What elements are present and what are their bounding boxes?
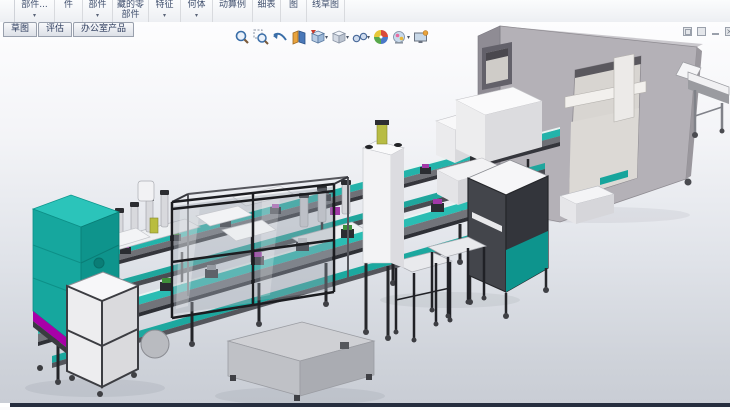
display-style-icon [330,28,347,46]
tab-office-products[interactable]: 办公室产品 [73,22,134,37]
previous-view-button[interactable]: ▾ [271,28,288,46]
safety-cage[interactable] [172,177,348,318]
ribbon-item-label: 部件... [21,0,48,10]
section-view-button[interactable]: ▾ [290,28,307,46]
doc-close-icon[interactable]: × [725,27,730,36]
view-settings-button[interactable]: ▾ [412,28,429,46]
edit-appearance-icon [372,28,389,46]
doc-restore-icon[interactable] [683,27,692,36]
tab-evaluate[interactable]: 评估 [38,22,72,37]
dropdown-arrow-icon: ▾ [96,13,99,19]
ribbon-item-label: 图 [289,0,298,10]
zoom-to-fit-icon [233,28,250,46]
hide-show-items-icon [351,28,368,46]
app-window: 部件... ▾ 件 ▾ 部件 ▾ 藏的零 部件 ▾ 特征 ▾ 何体 ▾ 动算例 … [0,0,730,410]
view-orientation-icon [309,28,326,46]
heads-up-view-toolbar: ▾ ▾ ▾ ▾ ▾ ▾ ▾ ▾ ▾ [233,28,429,46]
ribbon-item-motion-study[interactable]: 动算例 ▾ [213,0,253,22]
ribbon-item-label: 何体 [187,0,205,10]
ribbon-item-edit-component[interactable]: 部件... ▾ [15,0,55,22]
white-cabinet[interactable] [67,272,138,397]
dropdown-arrow-icon: ▾ [195,13,198,19]
doc-minimize-icon[interactable] [711,27,720,36]
ribbon-item-insert-component[interactable]: 件 ▾ [55,0,83,22]
assembly-3d-model[interactable] [0,22,730,403]
apply-scene-icon [391,28,408,46]
ribbon-item-label: 件 [64,0,73,10]
view-orientation-button[interactable]: ▾ [309,28,328,46]
command-manager-tabbar: 草图 评估 办公室产品 [3,22,134,37]
zoom-to-area-icon [252,28,269,46]
ribbon-item-component[interactable]: 部件 ▾ [83,0,113,22]
dropdown-arrow-icon: ▾ [33,13,36,19]
hide-show-items-button[interactable]: ▾ [351,28,370,46]
edit-appearance-button[interactable]: ▾ [372,28,389,46]
graphics-viewport[interactable]: ▾ ▾ ▾ ▾ ▾ ▾ ▾ ▾ ▾ [0,22,730,403]
tab-sketch[interactable]: 草图 [3,22,37,37]
zoom-to-fit-button[interactable]: ▾ [233,28,250,46]
ribbon-item-bill-of-materials[interactable]: 细表 ▾ [253,0,281,22]
ribbon-item-label: 特征 [155,0,173,10]
view-settings-icon [412,28,429,46]
ribbon-item-explode-line-sketch[interactable]: 线草图 ▾ [307,0,345,22]
ribbon-item-label: 线草图 [312,0,339,10]
apply-scene-button[interactable]: ▾ [391,28,410,46]
ribbon-item-assembly-features[interactable]: 特征 ▾ [149,0,181,22]
ribbon-item-clipped [0,0,15,22]
white-column-station[interactable] [363,120,404,341]
ribbon-item-label: 藏的零 部件 [117,0,144,20]
ribbon-item-reference-geometry[interactable]: 何体 ▾ [181,0,213,22]
ribbon-item-label: 动算例 [219,0,246,10]
doc-grid-icon[interactable] [697,27,706,36]
ribbon-item-label: 细表 [257,0,275,10]
section-view-icon [290,28,307,46]
ribbon-item-label: 部件 [88,0,106,10]
ribbon-item-show-hidden-components[interactable]: 藏的零 部件 ▾ [113,0,149,22]
dropdown-arrow-icon: ▾ [163,13,166,19]
document-window-controls: × [683,27,730,36]
command-manager-ribbon: 部件... ▾ 件 ▾ 部件 ▾ 藏的零 部件 ▾ 特征 ▾ 何体 ▾ 动算例 … [0,0,730,23]
display-style-button[interactable]: ▾ [330,28,349,46]
previous-view-icon [271,28,288,46]
zoom-to-area-button[interactable]: ▾ [252,28,269,46]
ribbon-item-exploded-view[interactable]: 图 ▾ [281,0,307,22]
